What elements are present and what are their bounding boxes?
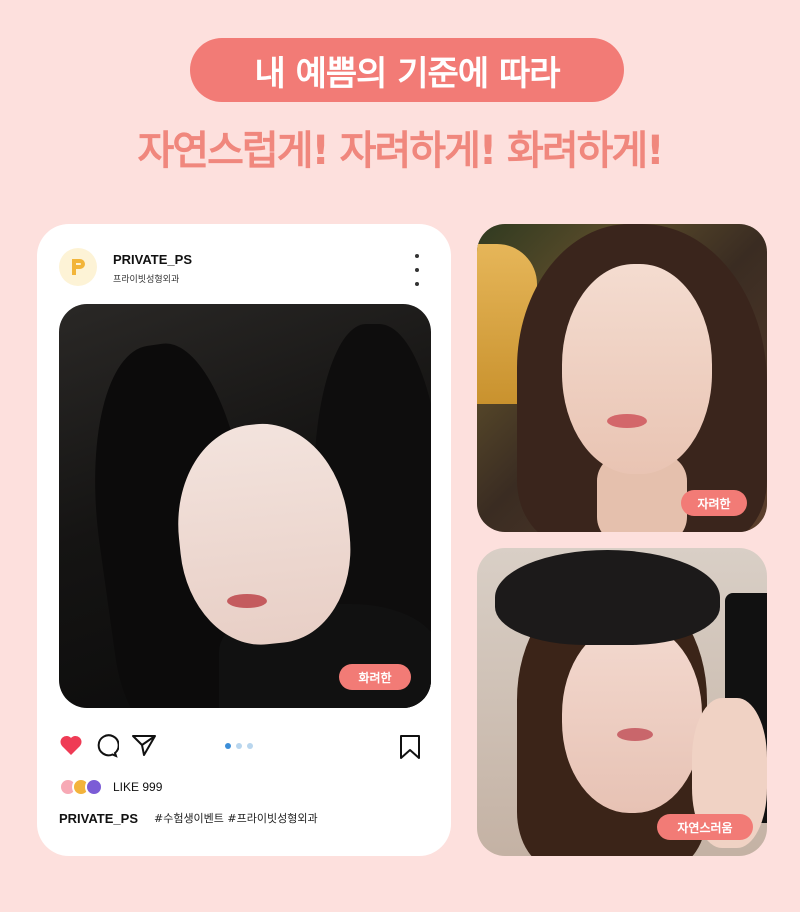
caption: PRIVATE_PS #수험생이벤트 #프라이빗성형외과	[59, 810, 318, 826]
subheadline: 자연스럽게! 자려하게! 화려하게!	[137, 128, 665, 174]
instagram-post-card: PRIVATE_PS 프라이빗성형외과 화려한 LIKE 999 PRIVATE…	[37, 224, 451, 856]
carousel-dot	[236, 743, 242, 749]
side-photo-top[interactable]: 자려한	[477, 224, 767, 532]
photo-tag-glamorous: 화려한	[339, 664, 411, 690]
headline-text: 내 예쁨의 기준에 따라	[254, 53, 560, 94]
heart-icon[interactable]	[59, 734, 83, 756]
carousel-dot	[247, 743, 253, 749]
liker-avatars	[59, 778, 107, 796]
photo-tag-elegant: 자려한	[681, 490, 747, 516]
headline-banner: 내 예쁨의 기준에 따라	[190, 38, 624, 102]
carousel-dots[interactable]	[225, 743, 253, 749]
post-photo[interactable]: 화려한	[59, 304, 431, 708]
caption-username[interactable]: PRIVATE_PS	[59, 811, 138, 826]
likes-row[interactable]: LIKE 999	[59, 777, 162, 797]
likes-count: LIKE 999	[113, 780, 163, 794]
logo-icon	[72, 259, 85, 275]
side-photo-bottom[interactable]: 자연스러움	[477, 548, 767, 856]
profile-username[interactable]: PRIVATE_PS	[113, 252, 192, 267]
post-actions	[59, 732, 431, 762]
bookmark-icon[interactable]	[399, 734, 421, 760]
photo-tag-natural: 자연스러움	[657, 814, 753, 840]
more-options-icon[interactable]	[413, 254, 421, 286]
profile-avatar[interactable]	[59, 248, 97, 286]
profile-subtitle: 프라이빗성형외과	[113, 275, 180, 285]
comment-icon[interactable]	[95, 734, 119, 758]
share-icon[interactable]	[131, 733, 157, 757]
caption-hashtags[interactable]: #수험생이벤트 #프라이빗성형외과	[154, 810, 318, 826]
carousel-dot-active	[225, 743, 231, 749]
